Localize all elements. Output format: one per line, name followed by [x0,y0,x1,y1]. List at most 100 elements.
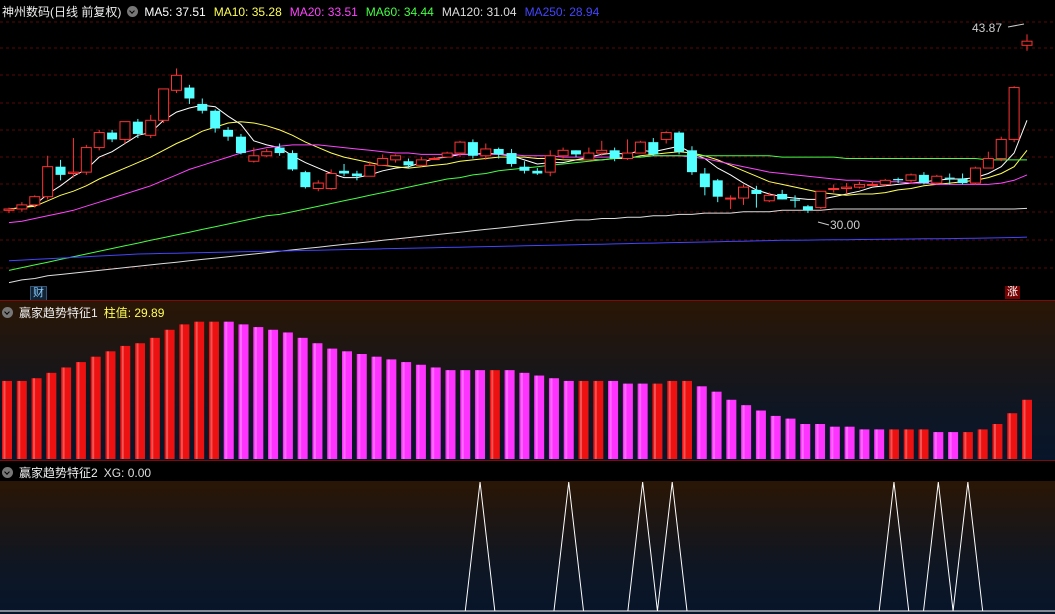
indicator1-bar [31,378,42,459]
candle [879,178,891,186]
candle [16,202,28,212]
indicator1-bar [682,380,692,459]
candle [274,143,285,156]
indicator1-bar-highlight [653,383,656,459]
indicator1-header: 赢家趋势特征1 柱值: 29.89 [2,304,164,321]
indicator2-spike [656,481,688,612]
candle [763,192,775,203]
candle-body [42,166,54,198]
indicator1-bar [268,329,279,459]
candle [982,151,994,169]
indicator2-panel[interactable]: 赢家趋势特征2 XG: 0.00 [0,461,1055,614]
indicator1-bar-highlight [77,362,80,459]
chevron-down-icon[interactable] [127,6,139,17]
indicator1-bar [105,351,116,459]
candle [197,98,208,114]
indicator1-bar-highlight [358,354,361,459]
candle [441,151,453,158]
candle [544,150,556,177]
limit-up-badge[interactable]: 涨 [1005,286,1020,299]
candle [532,168,543,175]
candle-body [3,208,15,211]
candle [995,136,1007,162]
indicator1-bar-highlight [905,429,908,459]
indicator1-bar-highlight [387,359,390,459]
candle-body [132,121,143,134]
indicator1-bar-highlight [831,426,834,459]
candle [918,172,929,185]
indicator1-bar [844,426,855,459]
indicator1-bar [755,410,766,459]
candle [235,133,246,155]
indicator1-panel[interactable]: 赢家趋势特征1 柱值: 29.89 [0,301,1055,460]
candle-body [674,132,685,152]
candle [790,195,801,208]
indicator1-bar [504,370,515,459]
candle-body [879,179,891,185]
candle [467,139,478,159]
indicator1-bar-highlight [520,372,523,459]
indicator1-bar-highlight [713,391,716,459]
candle [210,109,221,133]
candle-body [866,183,878,186]
candle [969,166,981,185]
indicator1-bar [297,337,308,459]
indicator1-bar-highlight [624,383,627,459]
candle [519,161,530,174]
candle-body [931,175,943,184]
indicator1-bar-highlight [786,418,789,459]
indicator1-bar [149,337,160,459]
indicator1-bar-highlight [934,432,937,459]
candle [777,189,788,200]
indicator1-bar-highlight [461,370,464,459]
candle [751,185,762,208]
indicator1-bar-highlight [949,432,952,459]
candlestick-chart[interactable]: 43.87 30.00 [0,0,1055,300]
candle-body [519,166,530,171]
price-chart-panel[interactable]: 43.87 30.00 神州数码(日线 前复权) MA5: 37.51 MA10: … [0,0,1055,301]
candle-body [802,206,813,211]
candle-body [725,197,737,200]
candle-body [583,152,595,161]
indicator2-spike [553,481,585,612]
finance-badge[interactable]: 财 [30,286,47,301]
candle-body [622,152,634,160]
candle-body [738,186,750,199]
indicator1-bar [120,345,131,459]
indicator1-bar-highlight [757,410,760,459]
candle [428,157,440,161]
indicator1-bar-highlight [535,375,538,459]
indicator1-bar [342,351,352,459]
candle-body [699,173,710,188]
candle-body [248,155,260,162]
indicator1-bar [829,426,840,459]
candle [738,184,750,205]
candle [725,195,737,209]
chevron-down-icon[interactable] [2,467,13,478]
indicator2-value: XG: 0.00 [103,465,152,480]
indicator1-bar-highlight [801,424,804,459]
candle-body [763,194,775,202]
indicator1-bar [238,324,249,459]
candle [351,170,362,181]
candle [634,140,646,154]
candle-body [751,189,762,194]
candle [905,173,917,184]
indicator1-bar-highlight [106,351,109,459]
ma-label-3: MA60: 34.44 [365,4,434,19]
candle-body [893,178,904,181]
indicator1-bar-highlight [254,327,257,459]
indicator1-bar-highlight [284,332,287,459]
candle [132,118,143,139]
candle-body [790,199,801,201]
candle [674,131,685,155]
indicator1-bar-highlight [373,356,376,459]
indicator1-bar [282,332,293,459]
indicator1-bar [135,343,146,459]
chevron-down-icon[interactable] [2,307,13,318]
indicator1-bar-highlight [313,343,316,459]
indicator1-bar [622,383,633,459]
indicator1-bar [194,321,205,459]
candle-body [634,141,646,154]
candle-body [660,132,672,140]
